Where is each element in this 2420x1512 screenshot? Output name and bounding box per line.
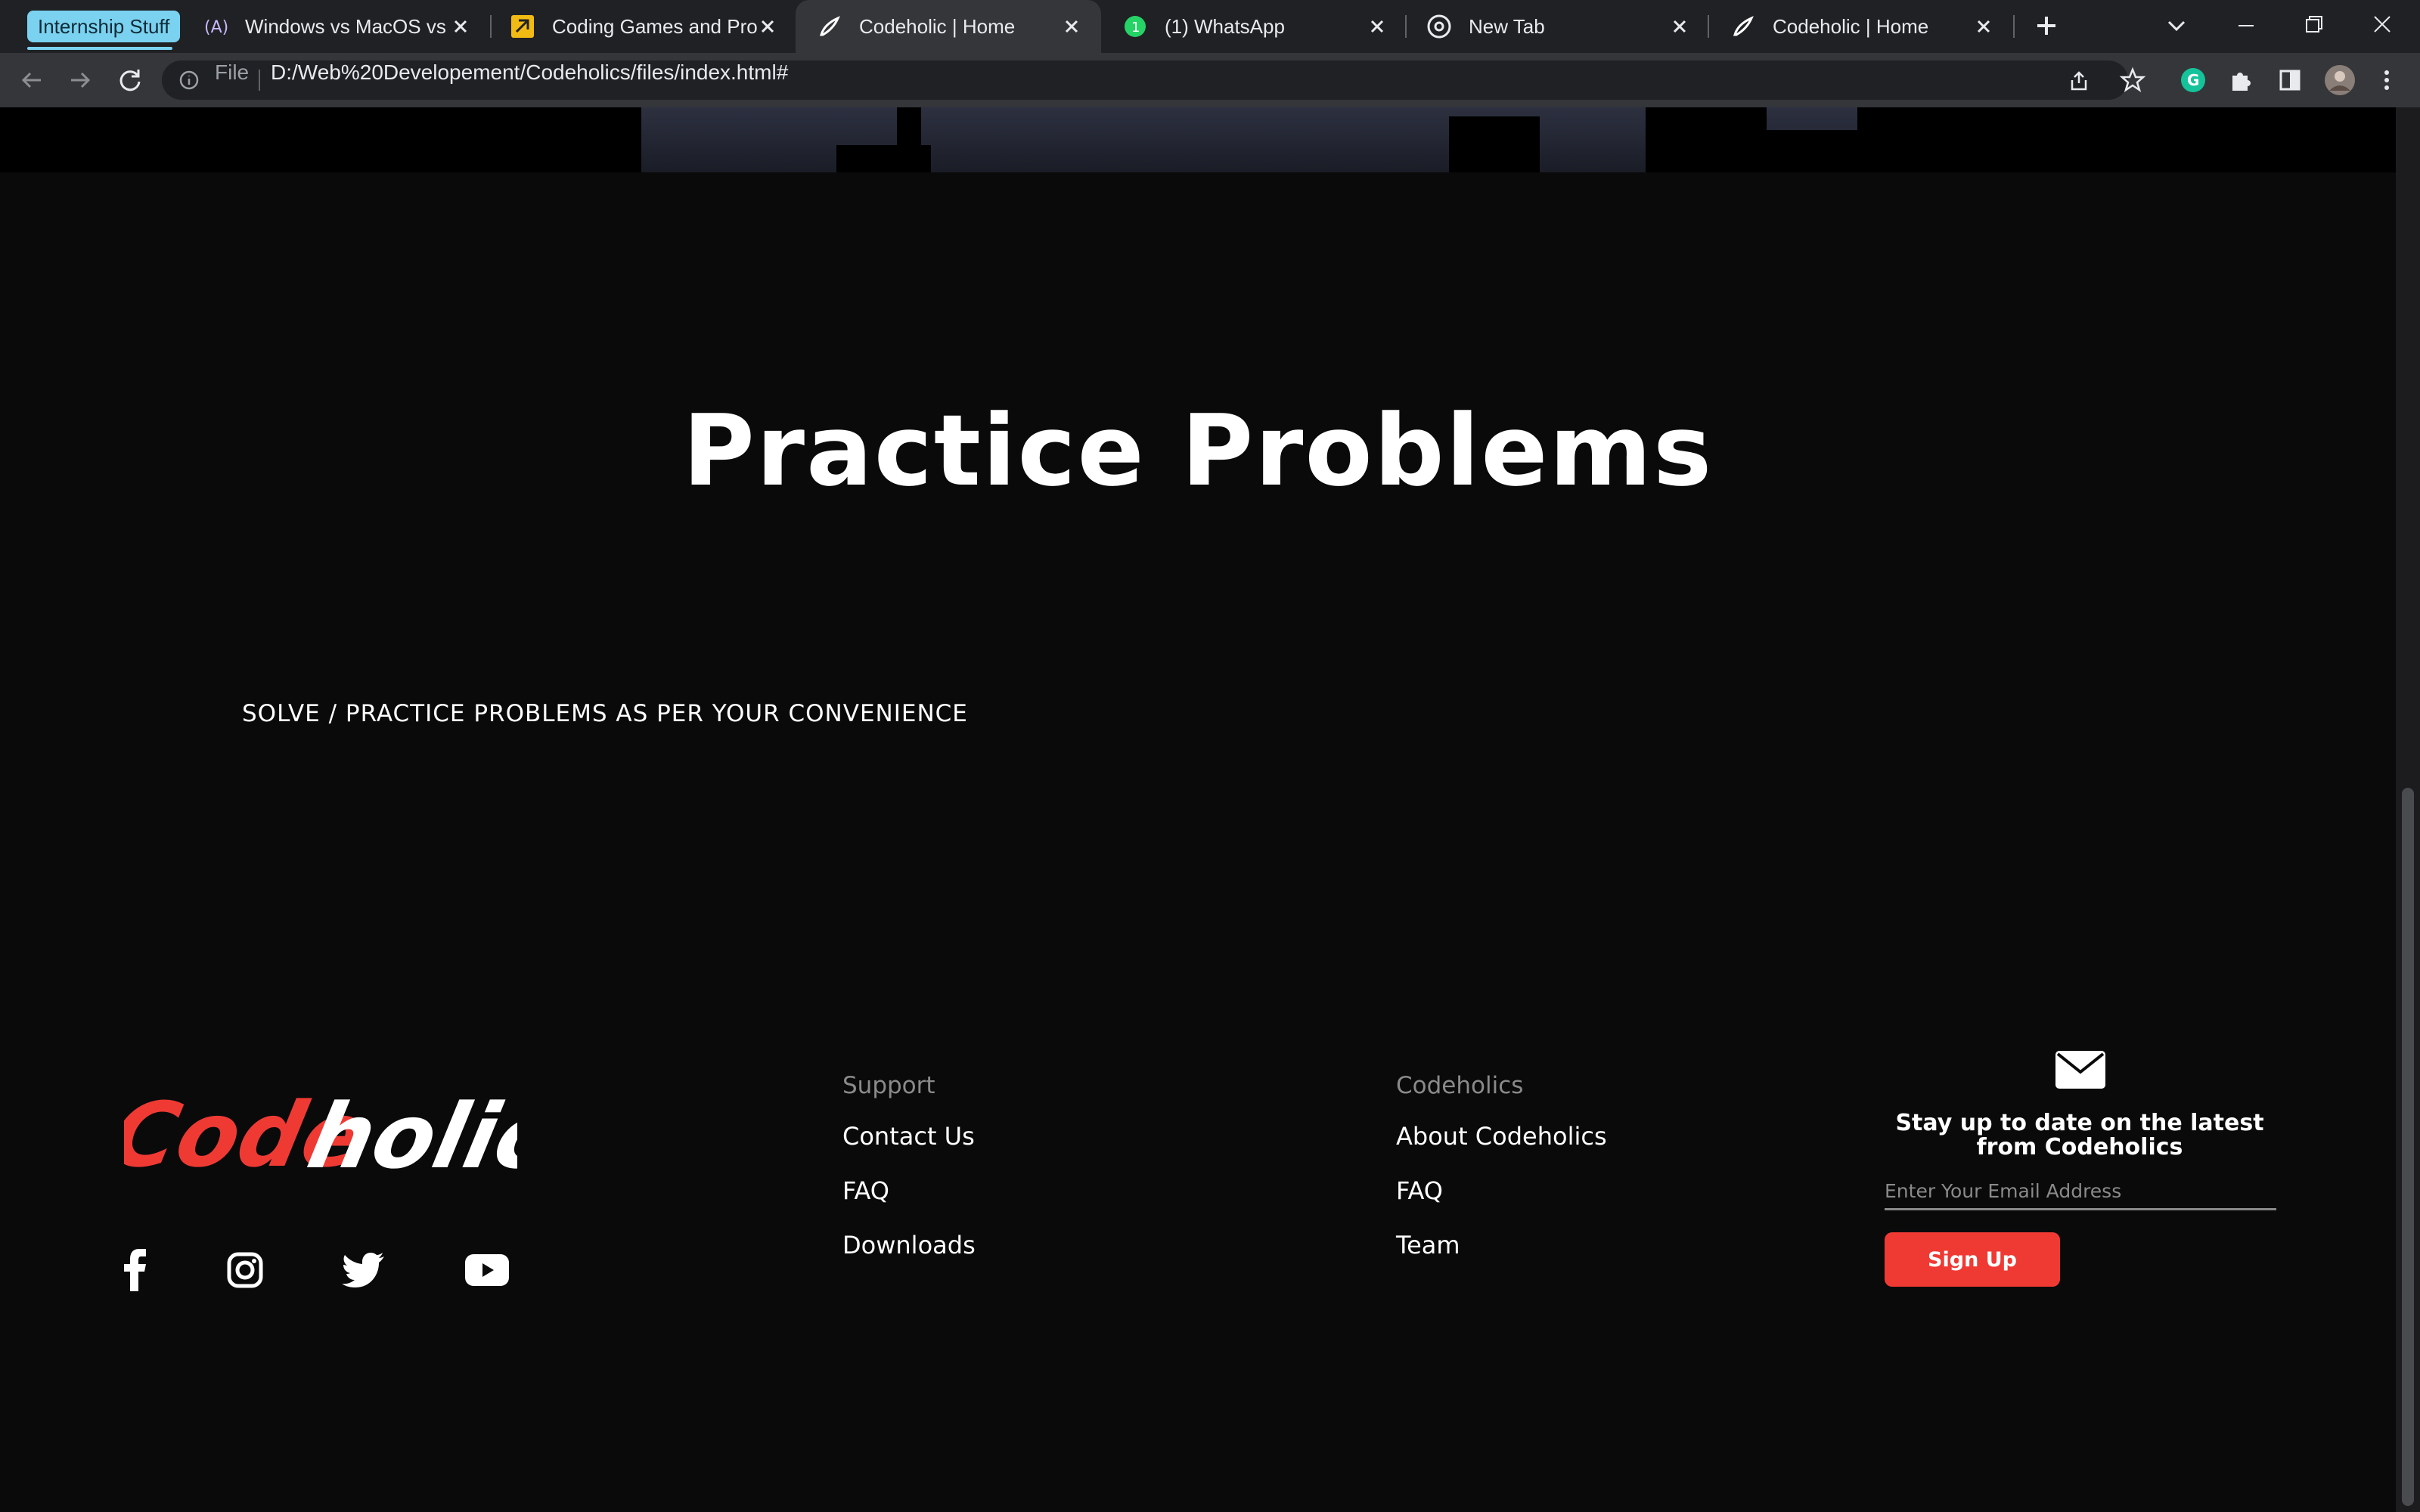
hero-city-image	[632, 107, 1900, 172]
restore-icon[interactable]	[2299, 9, 2329, 39]
footer-support-column: Support Contact Us FAQ Downloads	[842, 1072, 976, 1285]
codeholics-logo[interactable]: Code holics	[102, 1083, 614, 1191]
tab-new-tab[interactable]: New Tab	[1405, 0, 1709, 53]
section-subtitle: SOLVE / PRACTICE PROBLEMS AS PER YOUR CO…	[242, 700, 968, 727]
tab-coding-games[interactable]: Coding Games and Programming	[489, 0, 791, 53]
close-icon[interactable]	[1059, 14, 1084, 39]
close-icon[interactable]	[1971, 14, 1996, 39]
tab-windows-vs-macos[interactable]: (A) Windows vs MacOS vs Linux	[182, 0, 484, 53]
back-arrow-icon[interactable]	[15, 64, 48, 97]
svg-text:G: G	[2187, 71, 2199, 89]
extensions-puzzle-icon[interactable]	[2226, 65, 2257, 95]
newsletter-text: Stay up to date on the latest from Codeh…	[1895, 1110, 2264, 1160]
grammarly-icon[interactable]: G	[2178, 65, 2208, 95]
close-icon[interactable]	[448, 14, 473, 39]
tab-separator	[2013, 15, 2015, 38]
page-scrollbar[interactable]	[2396, 107, 2420, 1512]
minimize-icon[interactable]	[2231, 11, 2261, 41]
team-link[interactable]: Team	[1396, 1231, 1607, 1259]
tab-codeholic-home[interactable]: Codeholic | Home	[1709, 0, 2013, 53]
page-content: Practice Problems SOLVE / PRACTICE PROBL…	[0, 107, 2396, 1512]
envelope-icon	[2055, 1051, 2105, 1089]
footer-codeholics-column: Codeholics About Codeholics FAQ Team	[1396, 1072, 1607, 1285]
profile-avatar[interactable]	[2322, 62, 2358, 98]
instagram-icon[interactable]	[222, 1247, 268, 1293]
whatsapp-icon: 1	[1122, 14, 1148, 39]
chrome-icon	[1426, 14, 1452, 39]
scrollbar-thumb[interactable]	[2402, 788, 2414, 1506]
new-tab-plus-icon[interactable]	[2030, 9, 2063, 42]
browser-tab-bar: Internship Stuff (A) Windows vs MacOS vs…	[0, 0, 2420, 53]
address-bar[interactable]: File D:/Web%20Developement/Codeholics/fi…	[162, 60, 2128, 100]
tab-title: (1) WhatsApp	[1165, 14, 1285, 38]
facebook-icon[interactable]	[113, 1247, 159, 1293]
svg-text:1: 1	[1131, 20, 1140, 36]
hero-bottom-strip	[0, 107, 2396, 172]
kebab-menu-icon[interactable]	[2372, 65, 2402, 95]
tab-search-chevron-icon[interactable]	[2161, 11, 2192, 41]
logo-text-holics: holics	[299, 1085, 517, 1188]
downloads-link[interactable]: Downloads	[842, 1231, 976, 1259]
reload-icon[interactable]	[113, 64, 147, 97]
tab-whatsapp[interactable]: 1 (1) WhatsApp	[1101, 0, 1407, 53]
email-input[interactable]	[1885, 1173, 2276, 1210]
svg-text:(A): (A)	[204, 18, 228, 37]
tab-group-underline	[27, 47, 172, 50]
close-window-icon[interactable]	[2367, 9, 2397, 39]
codeholics-heading: Codeholics	[1396, 1072, 1524, 1099]
tab-title: Codeholic | Home	[1773, 14, 1929, 38]
twitter-icon[interactable]	[340, 1247, 386, 1293]
share-icon[interactable]	[2066, 68, 2092, 94]
support-heading: Support	[842, 1072, 935, 1099]
bookmark-star-icon[interactable]	[2118, 65, 2148, 95]
section-title: Practice Problems	[682, 393, 1714, 508]
tab-title: New Tab	[1469, 14, 1545, 38]
faq-link[interactable]: FAQ	[842, 1176, 976, 1205]
faq-link[interactable]: FAQ	[1396, 1176, 1607, 1205]
close-icon[interactable]	[755, 14, 780, 39]
codingame-icon	[510, 14, 535, 39]
tab-title: Codeholic | Home	[859, 14, 1016, 38]
close-icon[interactable]	[1667, 14, 1692, 39]
tab-codeholic-home-active[interactable]: Codeholic | Home	[796, 0, 1101, 53]
sign-up-button[interactable]: Sign Up	[1885, 1232, 2060, 1287]
tab-group-chip[interactable]: Internship Stuff	[27, 11, 181, 42]
a-logo-icon: (A)	[203, 14, 228, 39]
pen-icon	[817, 14, 842, 39]
contact-us-link[interactable]: Contact Us	[842, 1122, 976, 1151]
tab-title: Windows vs MacOS vs Linux	[245, 14, 449, 38]
about-codeholics-link[interactable]: About Codeholics	[1396, 1122, 1607, 1151]
url-text[interactable]: D:/Web%20Developement/Codeholics/files/i…	[271, 60, 788, 85]
tab-title: Coding Games and Programming	[552, 14, 758, 38]
forward-arrow-icon[interactable]	[64, 64, 97, 97]
file-label: File	[215, 60, 250, 84]
side-panel-icon[interactable]	[2275, 65, 2305, 95]
pen-icon	[1730, 14, 1756, 39]
close-icon[interactable]	[1364, 14, 1390, 39]
browser-toolbar: File D:/Web%20Developement/Codeholics/fi…	[0, 53, 2420, 107]
omnibox-divider	[259, 70, 260, 91]
youtube-icon[interactable]	[464, 1247, 510, 1293]
info-icon[interactable]	[178, 70, 200, 91]
